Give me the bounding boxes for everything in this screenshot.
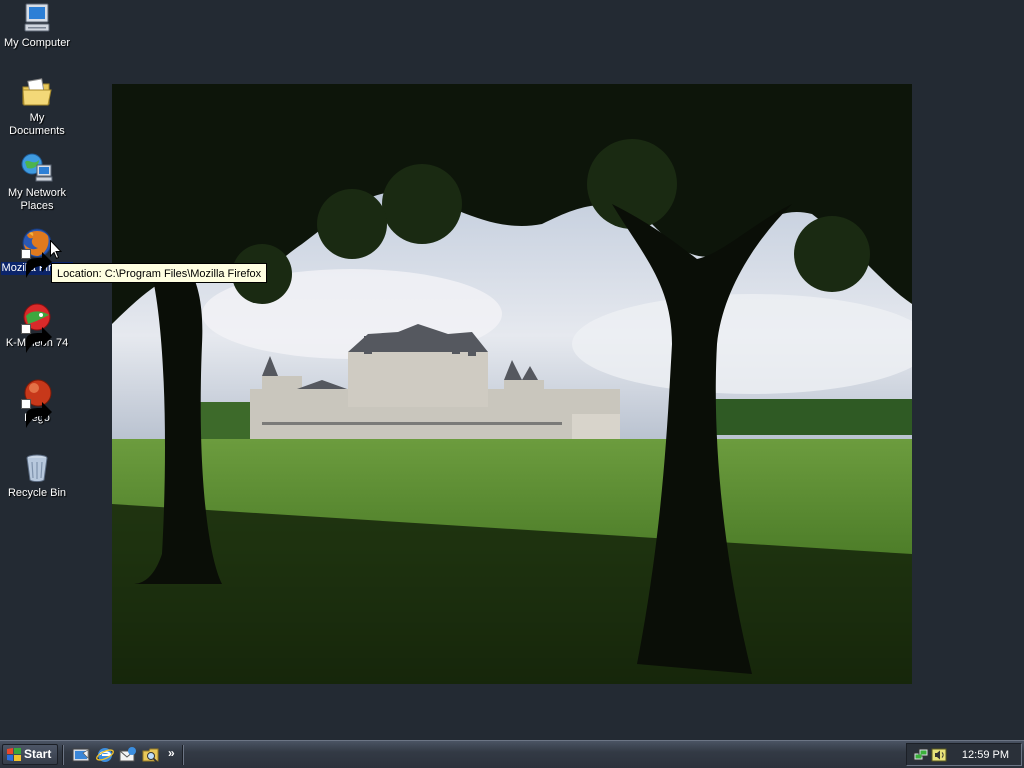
tooltip: Location: C:\Program Files\Mozilla Firef… bbox=[51, 263, 268, 283]
desktop-icon-k-meleon[interactable]: K-Meleon 74 bbox=[0, 302, 74, 353]
network-places-icon bbox=[21, 152, 53, 184]
taskbar: Start » 12:59 PM bbox=[0, 740, 1024, 768]
start-button[interactable]: Start bbox=[2, 744, 58, 765]
start-label: Start bbox=[24, 747, 52, 761]
outlook-express-icon[interactable] bbox=[119, 746, 137, 764]
desktop-icon-recycle-bin[interactable]: Recycle Bin bbox=[0, 452, 74, 500]
desktop-icon-my-computer[interactable]: My Computer bbox=[0, 2, 74, 50]
desktop-icon-label: Recycle Bin bbox=[7, 487, 67, 499]
show-desktop-icon[interactable] bbox=[72, 746, 90, 764]
wallpaper-image bbox=[112, 84, 912, 684]
desktop-icon-my-documents[interactable]: My Documents bbox=[0, 77, 74, 138]
desktop-icon-pego[interactable]: Pego bbox=[0, 377, 74, 428]
shortcut-arrow-icon bbox=[21, 399, 52, 428]
recycle-bin-icon bbox=[21, 452, 53, 484]
taskbar-divider bbox=[182, 745, 184, 765]
network-tray-icon[interactable] bbox=[913, 747, 929, 763]
desktop-icon-my-network-places[interactable]: My Network Places bbox=[0, 152, 74, 213]
windows-flag-icon bbox=[7, 748, 21, 761]
windows-explorer-icon[interactable] bbox=[142, 746, 160, 764]
internet-explorer-icon[interactable] bbox=[96, 746, 114, 764]
k-meleon-icon bbox=[21, 302, 53, 353]
taskbar-clock[interactable]: 12:59 PM bbox=[962, 744, 1009, 766]
quick-launch-more-button[interactable]: » bbox=[168, 745, 178, 763]
mouse-cursor-icon bbox=[50, 240, 62, 260]
computer-icon bbox=[21, 2, 53, 34]
shortcut-arrow-icon bbox=[21, 324, 52, 353]
pego-icon bbox=[21, 377, 53, 428]
shortcut-arrow-icon bbox=[21, 249, 52, 278]
volume-tray-icon[interactable] bbox=[931, 747, 947, 763]
folder-documents-icon bbox=[21, 77, 53, 109]
desktop-icon-label: My Computer bbox=[3, 37, 71, 49]
system-tray: 12:59 PM bbox=[906, 743, 1022, 766]
desktop[interactable]: My Computer My Documents My Network Plac… bbox=[0, 0, 1024, 740]
taskbar-divider bbox=[62, 745, 64, 765]
firefox-icon bbox=[21, 227, 53, 278]
desktop-icon-label: My Documents bbox=[9, 112, 65, 137]
desktop-icon-label: My Network Places bbox=[7, 187, 67, 212]
